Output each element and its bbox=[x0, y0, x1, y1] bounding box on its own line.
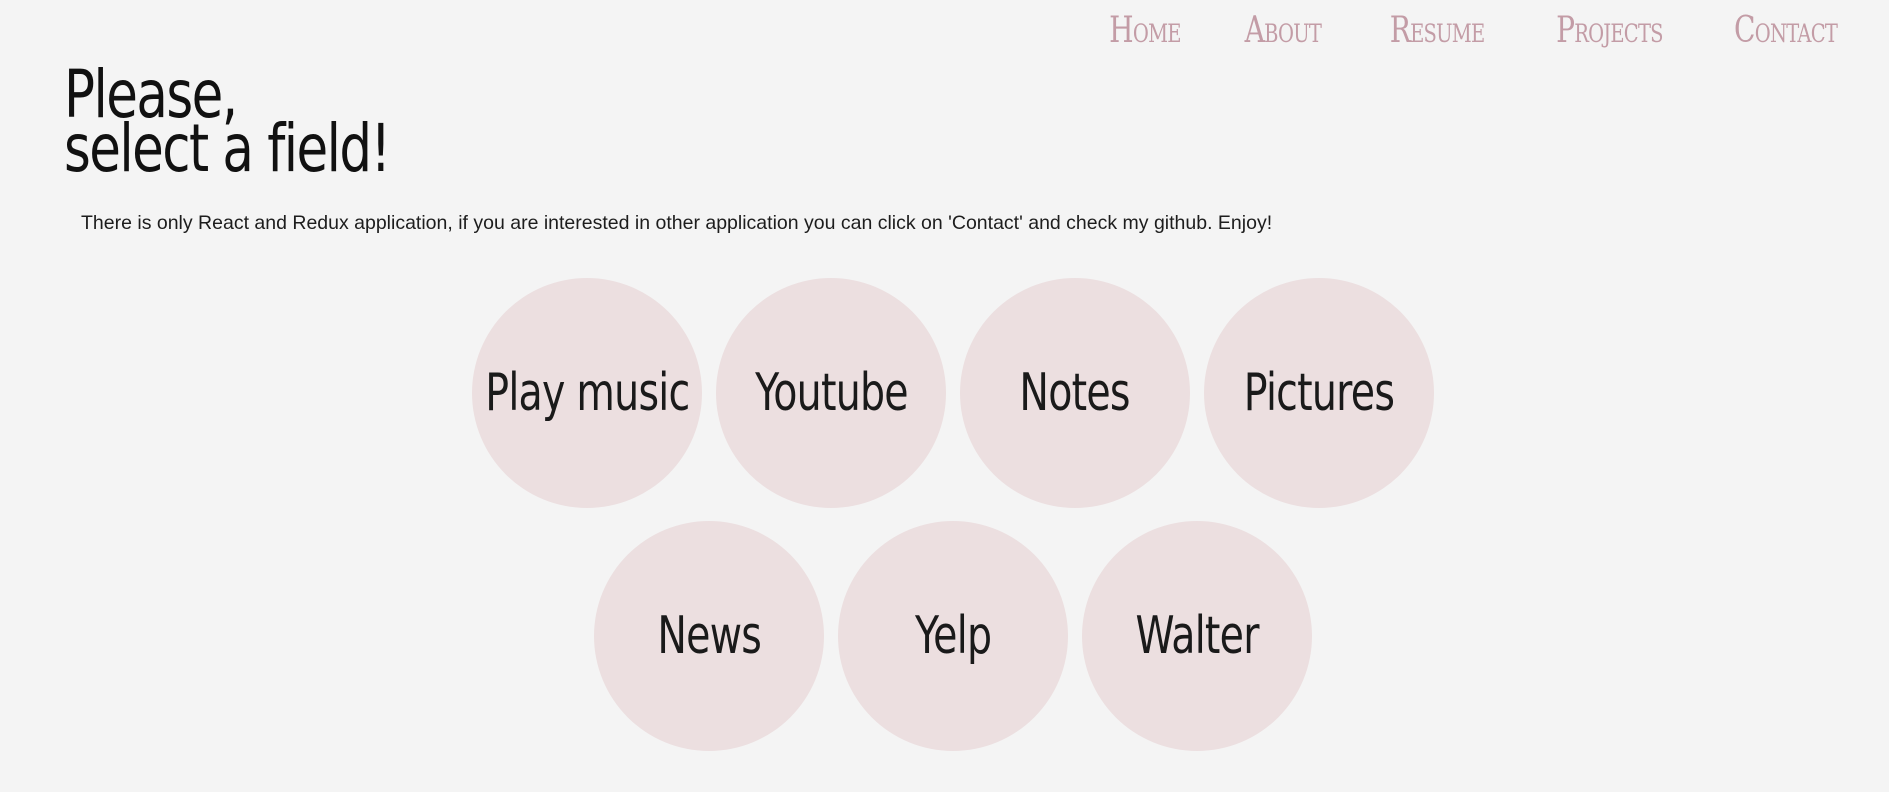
field-selection-grid: Play music Youtube Notes Pictures News Y… bbox=[0, 0, 1889, 792]
field-label: Play music bbox=[484, 363, 690, 423]
field-walter-button[interactable]: Walter bbox=[1082, 521, 1312, 751]
field-label: Yelp bbox=[914, 606, 992, 666]
field-news-button[interactable]: News bbox=[594, 521, 824, 751]
field-label: Notes bbox=[1019, 363, 1131, 423]
field-label: Youtube bbox=[754, 363, 909, 423]
field-play-music-button[interactable]: Play music bbox=[472, 278, 702, 508]
field-label: Walter bbox=[1135, 606, 1259, 666]
field-youtube-button[interactable]: Youtube bbox=[716, 278, 946, 508]
field-label: Pictures bbox=[1243, 363, 1395, 423]
field-yelp-button[interactable]: Yelp bbox=[838, 521, 1068, 751]
field-pictures-button[interactable]: Pictures bbox=[1204, 278, 1434, 508]
field-notes-button[interactable]: Notes bbox=[960, 278, 1190, 508]
field-label: News bbox=[657, 606, 762, 666]
